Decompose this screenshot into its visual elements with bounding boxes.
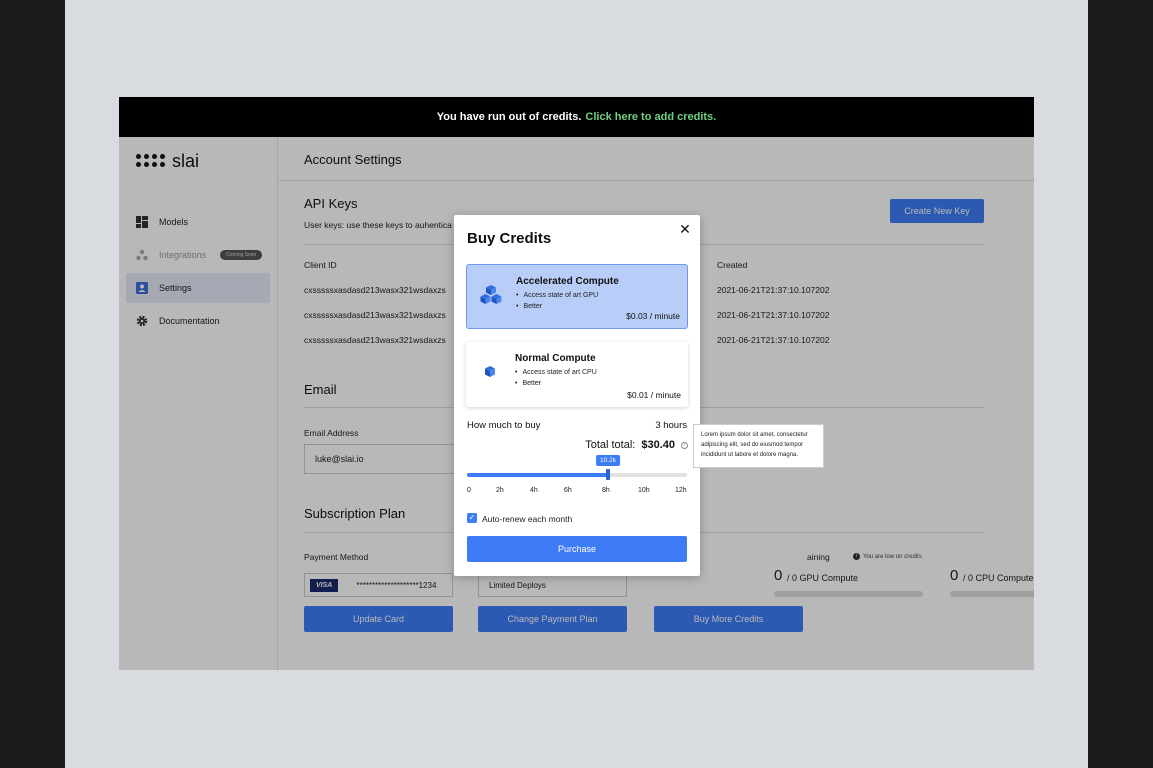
total-value: $30.40	[641, 439, 675, 451]
slider-ticks: 0 2h 4h 6h 8h 10h 12h	[467, 487, 687, 497]
how-much-label: How much to buy	[467, 420, 541, 431]
credits-banner: You have run out of credits. Click here …	[119, 97, 1034, 137]
tick-label: 12h	[675, 487, 687, 494]
banner-message: You have run out of credits.	[436, 111, 582, 123]
tick-label: 8h	[602, 487, 610, 494]
tick-label: 2h	[496, 487, 504, 494]
total-row: Total total: $30.40 i	[585, 439, 688, 451]
option-features: Access state of art CPU Better	[515, 369, 597, 391]
slider-fill	[467, 473, 608, 477]
feature-item: Better	[516, 303, 598, 310]
option-features: Access state of art GPU Better	[516, 292, 598, 314]
accelerated-compute-option[interactable]: Accelerated Compute Access state of art …	[466, 264, 688, 329]
auto-renew-label: Auto-renew each month	[482, 514, 573, 524]
hours-slider[interactable]: 10.2k	[467, 455, 687, 485]
purchase-button[interactable]: Purchase	[467, 536, 687, 562]
add-credits-link[interactable]: Click here to add credits.	[585, 111, 716, 123]
total-label: Total total:	[585, 439, 636, 451]
auto-renew-checkbox[interactable]: ✓	[467, 513, 477, 523]
cubes-icon	[480, 285, 502, 304]
close-icon[interactable]: ✕	[678, 222, 692, 236]
total-info-tooltip: Lorem ipsum dolor sit amet, consectetur …	[693, 424, 824, 468]
option-price: $0.03 / minute	[626, 311, 680, 321]
tick-label: 10h	[638, 487, 650, 494]
tick-label: 0	[467, 487, 471, 494]
normal-compute-option[interactable]: Normal Compute Access state of art CPU B…	[466, 342, 688, 407]
modal-title: Buy Credits	[467, 230, 552, 247]
info-icon[interactable]: i	[681, 441, 688, 449]
feature-item: Access state of art CPU	[515, 369, 596, 376]
tick-label: 6h	[564, 487, 572, 494]
option-price: $0.01 / minute	[627, 390, 681, 400]
buy-credits-modal: Buy Credits ✕ Accelerated Compute Access…	[454, 215, 700, 576]
option-title: Accelerated Compute	[516, 276, 619, 287]
option-title: Normal Compute	[515, 353, 596, 364]
cube-icon	[485, 366, 495, 377]
tick-label: 4h	[530, 487, 538, 494]
slider-value-badge: 10.2k	[596, 455, 620, 466]
feature-item: Access state of art GPU	[516, 292, 598, 299]
feature-item: Better	[515, 380, 597, 387]
hours-value: 3 hours	[655, 420, 687, 431]
slider-handle[interactable]	[606, 469, 610, 480]
